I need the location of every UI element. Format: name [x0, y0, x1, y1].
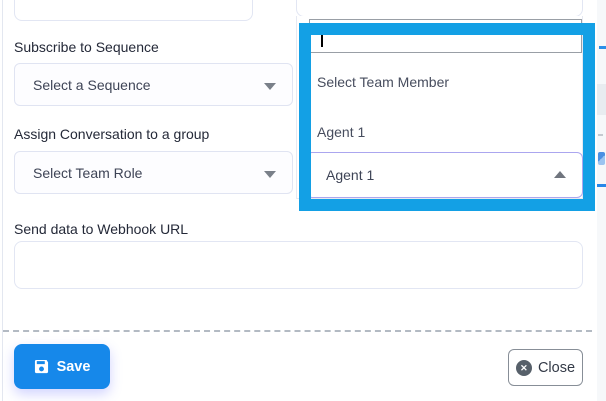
team-member-search-input[interactable]: [309, 19, 582, 53]
background-fragment: [597, 84, 606, 115]
team-role-select-value: Select Team Role: [33, 165, 142, 181]
top-left-cutoff-input[interactable]: [14, 0, 253, 21]
team-role-select[interactable]: Select Team Role: [14, 151, 293, 194]
sequence-select-value: Select a Sequence: [33, 77, 151, 93]
close-x-icon: ✕: [516, 360, 532, 376]
background-fragment: [599, 46, 606, 49]
modal-left-border: [2, 0, 3, 401]
dropdown-option-agent-1[interactable]: Agent 1: [317, 124, 365, 140]
group-field-label: Assign Conversation to a group: [14, 126, 209, 142]
background-page-strip: [597, 0, 606, 401]
background-fragment: [597, 184, 606, 187]
chevron-down-icon: [264, 171, 276, 178]
background-avatar-fragment: [598, 152, 605, 165]
team-member-dropdown-panel: Select Team Member Agent 1 Agent 1: [296, 16, 583, 199]
footer-dashed-divider: [3, 330, 592, 332]
background-fragment: [598, 134, 603, 136]
text-caret: [321, 27, 323, 47]
webhook-field-label: Send data to Webhook URL: [14, 221, 188, 237]
team-member-select[interactable]: Agent 1: [306, 152, 583, 198]
sequence-field-label: Subscribe to Sequence: [14, 39, 159, 55]
close-button[interactable]: ✕ Close: [508, 349, 583, 386]
top-right-cutoff-input[interactable]: [296, 0, 583, 17]
sequence-select[interactable]: Select a Sequence: [14, 63, 293, 106]
dropdown-option-select-team-member[interactable]: Select Team Member: [317, 74, 449, 90]
save-floppy-icon: [34, 359, 49, 374]
save-button[interactable]: Save: [14, 344, 110, 389]
webhook-url-input[interactable]: [14, 241, 583, 289]
chevron-down-icon: [264, 83, 276, 90]
close-button-label: Close: [538, 360, 575, 376]
automation-settings-modal: Subscribe to Sequence Select a Sequence …: [0, 0, 606, 401]
save-button-label: Save: [57, 359, 91, 375]
chevron-up-icon: [554, 171, 566, 178]
team-member-select-value: Agent 1: [326, 167, 374, 183]
